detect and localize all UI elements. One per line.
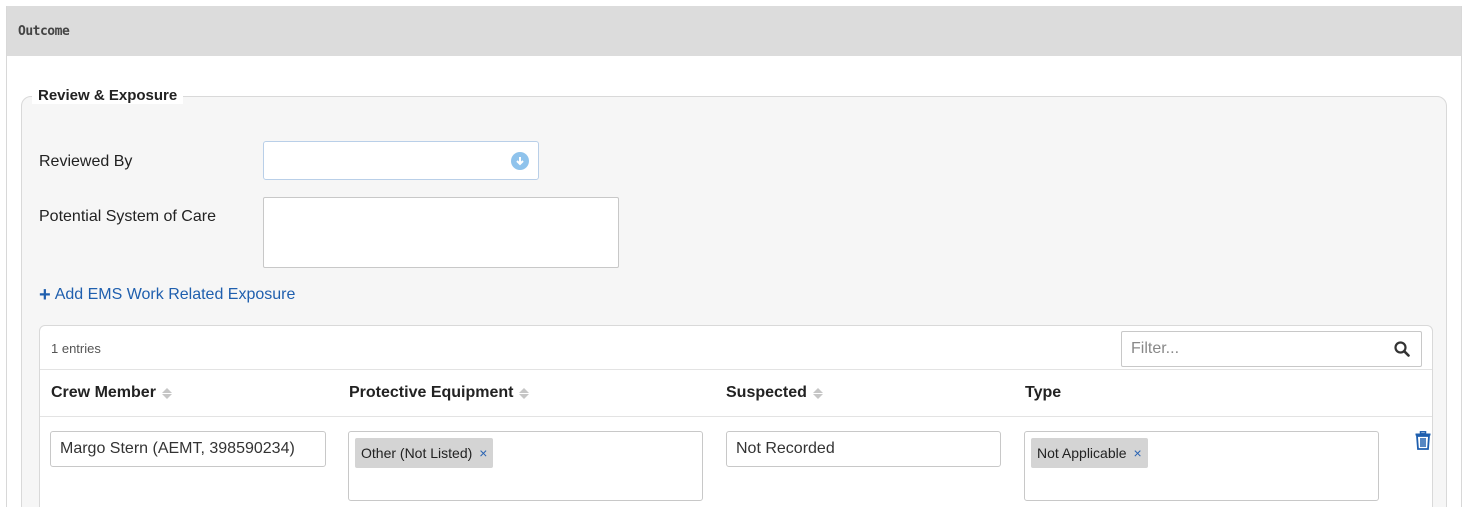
suspected-field[interactable]: Not Recorded	[726, 431, 1001, 467]
add-exposure-link[interactable]: + Add EMS Work Related Exposure	[39, 284, 296, 306]
col-crew-member[interactable]: Crew Member	[51, 384, 172, 402]
tag-label: Other (Not Listed)	[361, 445, 473, 461]
crew-member-value: Margo Stern (AEMT, 398590234)	[60, 440, 295, 457]
col-protective-equipment-label: Protective Equipment	[349, 384, 514, 401]
add-exposure-label: Add EMS Work Related Exposure	[54, 286, 296, 303]
sort-icon[interactable]	[519, 387, 530, 399]
col-type: Type	[1025, 384, 1061, 402]
reviewed-by-label: Reviewed By	[39, 153, 133, 170]
system-of-care-label: Potential System of Care	[39, 208, 216, 225]
system-of-care-field[interactable]	[263, 197, 619, 268]
fieldset-legend: Review & Exposure	[32, 87, 184, 104]
plus-icon: +	[39, 284, 51, 306]
section-header: Outcome	[7, 6, 1461, 56]
filter-input[interactable]	[1122, 332, 1372, 366]
chevron-down-circle-icon[interactable]	[511, 152, 529, 170]
col-suspected[interactable]: Suspected	[726, 384, 823, 402]
table-header: Crew Member Protective Equipment Suspect…	[40, 369, 1432, 417]
col-protective-equipment[interactable]: Protective Equipment	[349, 384, 530, 402]
section-title: Outcome	[18, 23, 70, 39]
filter-box[interactable]	[1121, 331, 1422, 367]
close-icon[interactable]: ×	[1134, 445, 1142, 461]
trash-icon[interactable]	[1415, 431, 1431, 450]
type-tag: Not Applicable ×	[1031, 438, 1148, 468]
sort-icon[interactable]	[161, 387, 172, 399]
protective-equipment-field[interactable]: Other (Not Listed) ×	[348, 431, 703, 501]
exposure-table: 1 entries Crew Member Protective Equipme…	[39, 325, 1433, 507]
entries-count: 1 entries	[51, 341, 101, 356]
protective-equipment-tag: Other (Not Listed) ×	[355, 438, 494, 468]
reviewed-by-select[interactable]	[263, 141, 539, 180]
tag-label: Not Applicable	[1037, 445, 1127, 461]
review-exposure-fieldset: Review & Exposure Reviewed By Potential …	[21, 87, 1447, 507]
col-crew-member-label: Crew Member	[51, 384, 156, 401]
outcome-panel: Outcome Review & Exposure Reviewed By Po…	[6, 6, 1462, 507]
type-field[interactable]: Not Applicable ×	[1024, 431, 1379, 501]
col-type-label: Type	[1025, 384, 1062, 401]
search-icon[interactable]	[1394, 341, 1410, 357]
suspected-value: Not Recorded	[736, 440, 835, 457]
crew-member-field[interactable]: Margo Stern (AEMT, 398590234)	[50, 431, 326, 467]
close-icon[interactable]: ×	[479, 445, 487, 461]
col-suspected-label: Suspected	[726, 384, 807, 401]
sort-icon[interactable]	[812, 387, 823, 399]
